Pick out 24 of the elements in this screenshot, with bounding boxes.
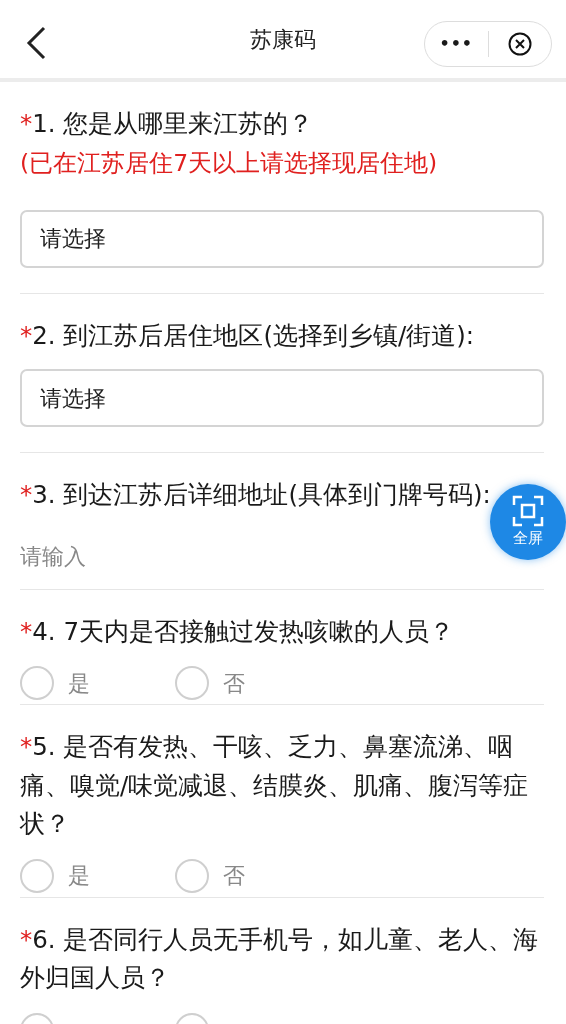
radio-button[interactable] [175,666,209,700]
radio-button[interactable] [20,666,54,700]
page-title: 苏康码 [250,25,316,54]
question-text: *1. 您是从哪里来江苏的？ [20,108,314,140]
question-text: *3. 到达江苏后详细地址(具体到门牌号码): [20,479,491,511]
back-icon[interactable] [26,26,46,60]
fullscreen-button[interactable]: 全屏 [490,484,566,560]
select-field[interactable]: 请选择 [20,369,544,427]
fullscreen-icon [512,494,544,527]
input-field[interactable]: 请输入 [20,538,335,575]
question-text: *5. 是否有发热、干咳、乏力、鼻塞流涕、咽痛、嗅觉/味觉减退、结膜炎、肌痛、腹泻等症状？ [20,731,530,840]
select-field[interactable]: 请选择 [20,209,544,268]
question-text: *4. 7天内是否接触过发热咳嗽的人员？ [20,615,454,648]
option-label[interactable]: 是 [68,666,90,700]
question-note: (已在江苏居住7天以上请选择现居住地) [20,147,439,179]
option-label[interactable]: 否 [223,666,245,700]
option-label[interactable]: 否 [223,859,245,892]
close-icon[interactable] [507,32,532,56]
option-label[interactable]: 是 [68,859,90,892]
radio-button[interactable] [175,858,209,893]
question-text: *2. 到江苏后居住地区(选择到乡镇/街道): [20,319,475,352]
radio-button[interactable] [20,858,54,893]
more-button[interactable]: ••• [425,32,488,56]
question-text: *6. 是否同行人员无手机号，如儿童、老人、海外归国人员？ [20,923,540,994]
